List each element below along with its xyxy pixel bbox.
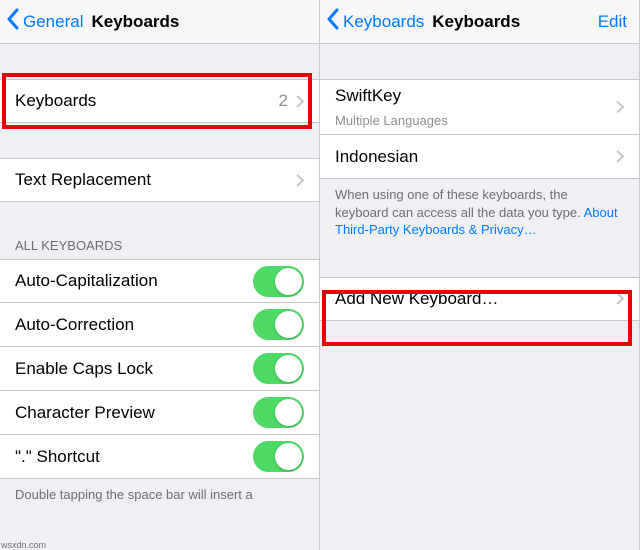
row-add-new-keyboard[interactable]: Add New Keyboard…	[320, 277, 639, 321]
section-header-all-keyboards: ALL KEYBOARDS	[0, 232, 319, 259]
navbar-left: General Keyboards	[0, 0, 319, 44]
row-label: Auto-Correction	[15, 315, 253, 335]
row-label: Auto-Capitalization	[15, 271, 253, 291]
chevron-right-icon	[616, 292, 624, 305]
navbar-right: Keyboards Keyboards Edit	[320, 0, 639, 44]
chevron-right-icon	[616, 150, 624, 163]
row-text-replacement[interactable]: Text Replacement	[0, 158, 319, 202]
row-character-preview: Character Preview	[0, 391, 319, 435]
switch-auto-capitalization[interactable]	[253, 266, 304, 297]
chevron-left-icon	[6, 8, 23, 35]
row-auto-capitalization: Auto-Capitalization	[0, 259, 319, 303]
switch-period-shortcut[interactable]	[253, 441, 304, 472]
row-enable-caps-lock: Enable Caps Lock	[0, 347, 319, 391]
row-auto-correction: Auto-Correction	[0, 303, 319, 347]
footer-third-party-disclosure: When using one of these keyboards, the k…	[320, 179, 639, 247]
chevron-left-icon	[326, 8, 343, 35]
row-label: Text Replacement	[15, 170, 296, 190]
chevron-right-icon	[616, 101, 624, 114]
back-button-keyboards[interactable]: Keyboards	[326, 8, 424, 35]
back-label: General	[23, 12, 83, 32]
left-pane: General Keyboards Keyboards 2 Text Repla…	[0, 0, 320, 550]
footer-shortcut-hint: Double tapping the space bar will insert…	[0, 479, 319, 512]
switch-character-preview[interactable]	[253, 397, 304, 428]
row-period-shortcut: "." Shortcut	[0, 435, 319, 479]
row-label: Keyboards	[15, 91, 279, 111]
switch-enable-caps-lock[interactable]	[253, 353, 304, 384]
watermark: wsxdn.com	[1, 540, 46, 550]
row-label: "." Shortcut	[15, 447, 253, 467]
back-label: Keyboards	[343, 12, 424, 32]
right-pane: Keyboards Keyboards Edit SwiftKey Multip…	[320, 0, 640, 550]
row-subtitle: Multiple Languages	[335, 113, 448, 128]
row-indonesian[interactable]: Indonesian	[320, 135, 639, 179]
switch-auto-correction[interactable]	[253, 309, 304, 340]
row-label: Indonesian	[335, 147, 616, 167]
row-label: Enable Caps Lock	[15, 359, 253, 379]
row-label: Character Preview	[15, 403, 253, 423]
page-title-left: Keyboards	[91, 12, 179, 32]
row-label: SwiftKey	[335, 86, 401, 112]
page-title-right: Keyboards	[432, 12, 520, 32]
back-button-general[interactable]: General	[6, 8, 83, 35]
edit-button[interactable]: Edit	[598, 12, 627, 32]
chevron-right-icon	[296, 95, 304, 108]
chevron-right-icon	[296, 174, 304, 187]
row-label: Add New Keyboard…	[335, 289, 616, 309]
row-swiftkey[interactable]: SwiftKey Multiple Languages	[320, 79, 639, 135]
row-detail-count: 2	[279, 91, 288, 111]
row-keyboards[interactable]: Keyboards 2	[0, 79, 319, 123]
disclosure-text: When using one of these keyboards, the k…	[335, 187, 584, 220]
